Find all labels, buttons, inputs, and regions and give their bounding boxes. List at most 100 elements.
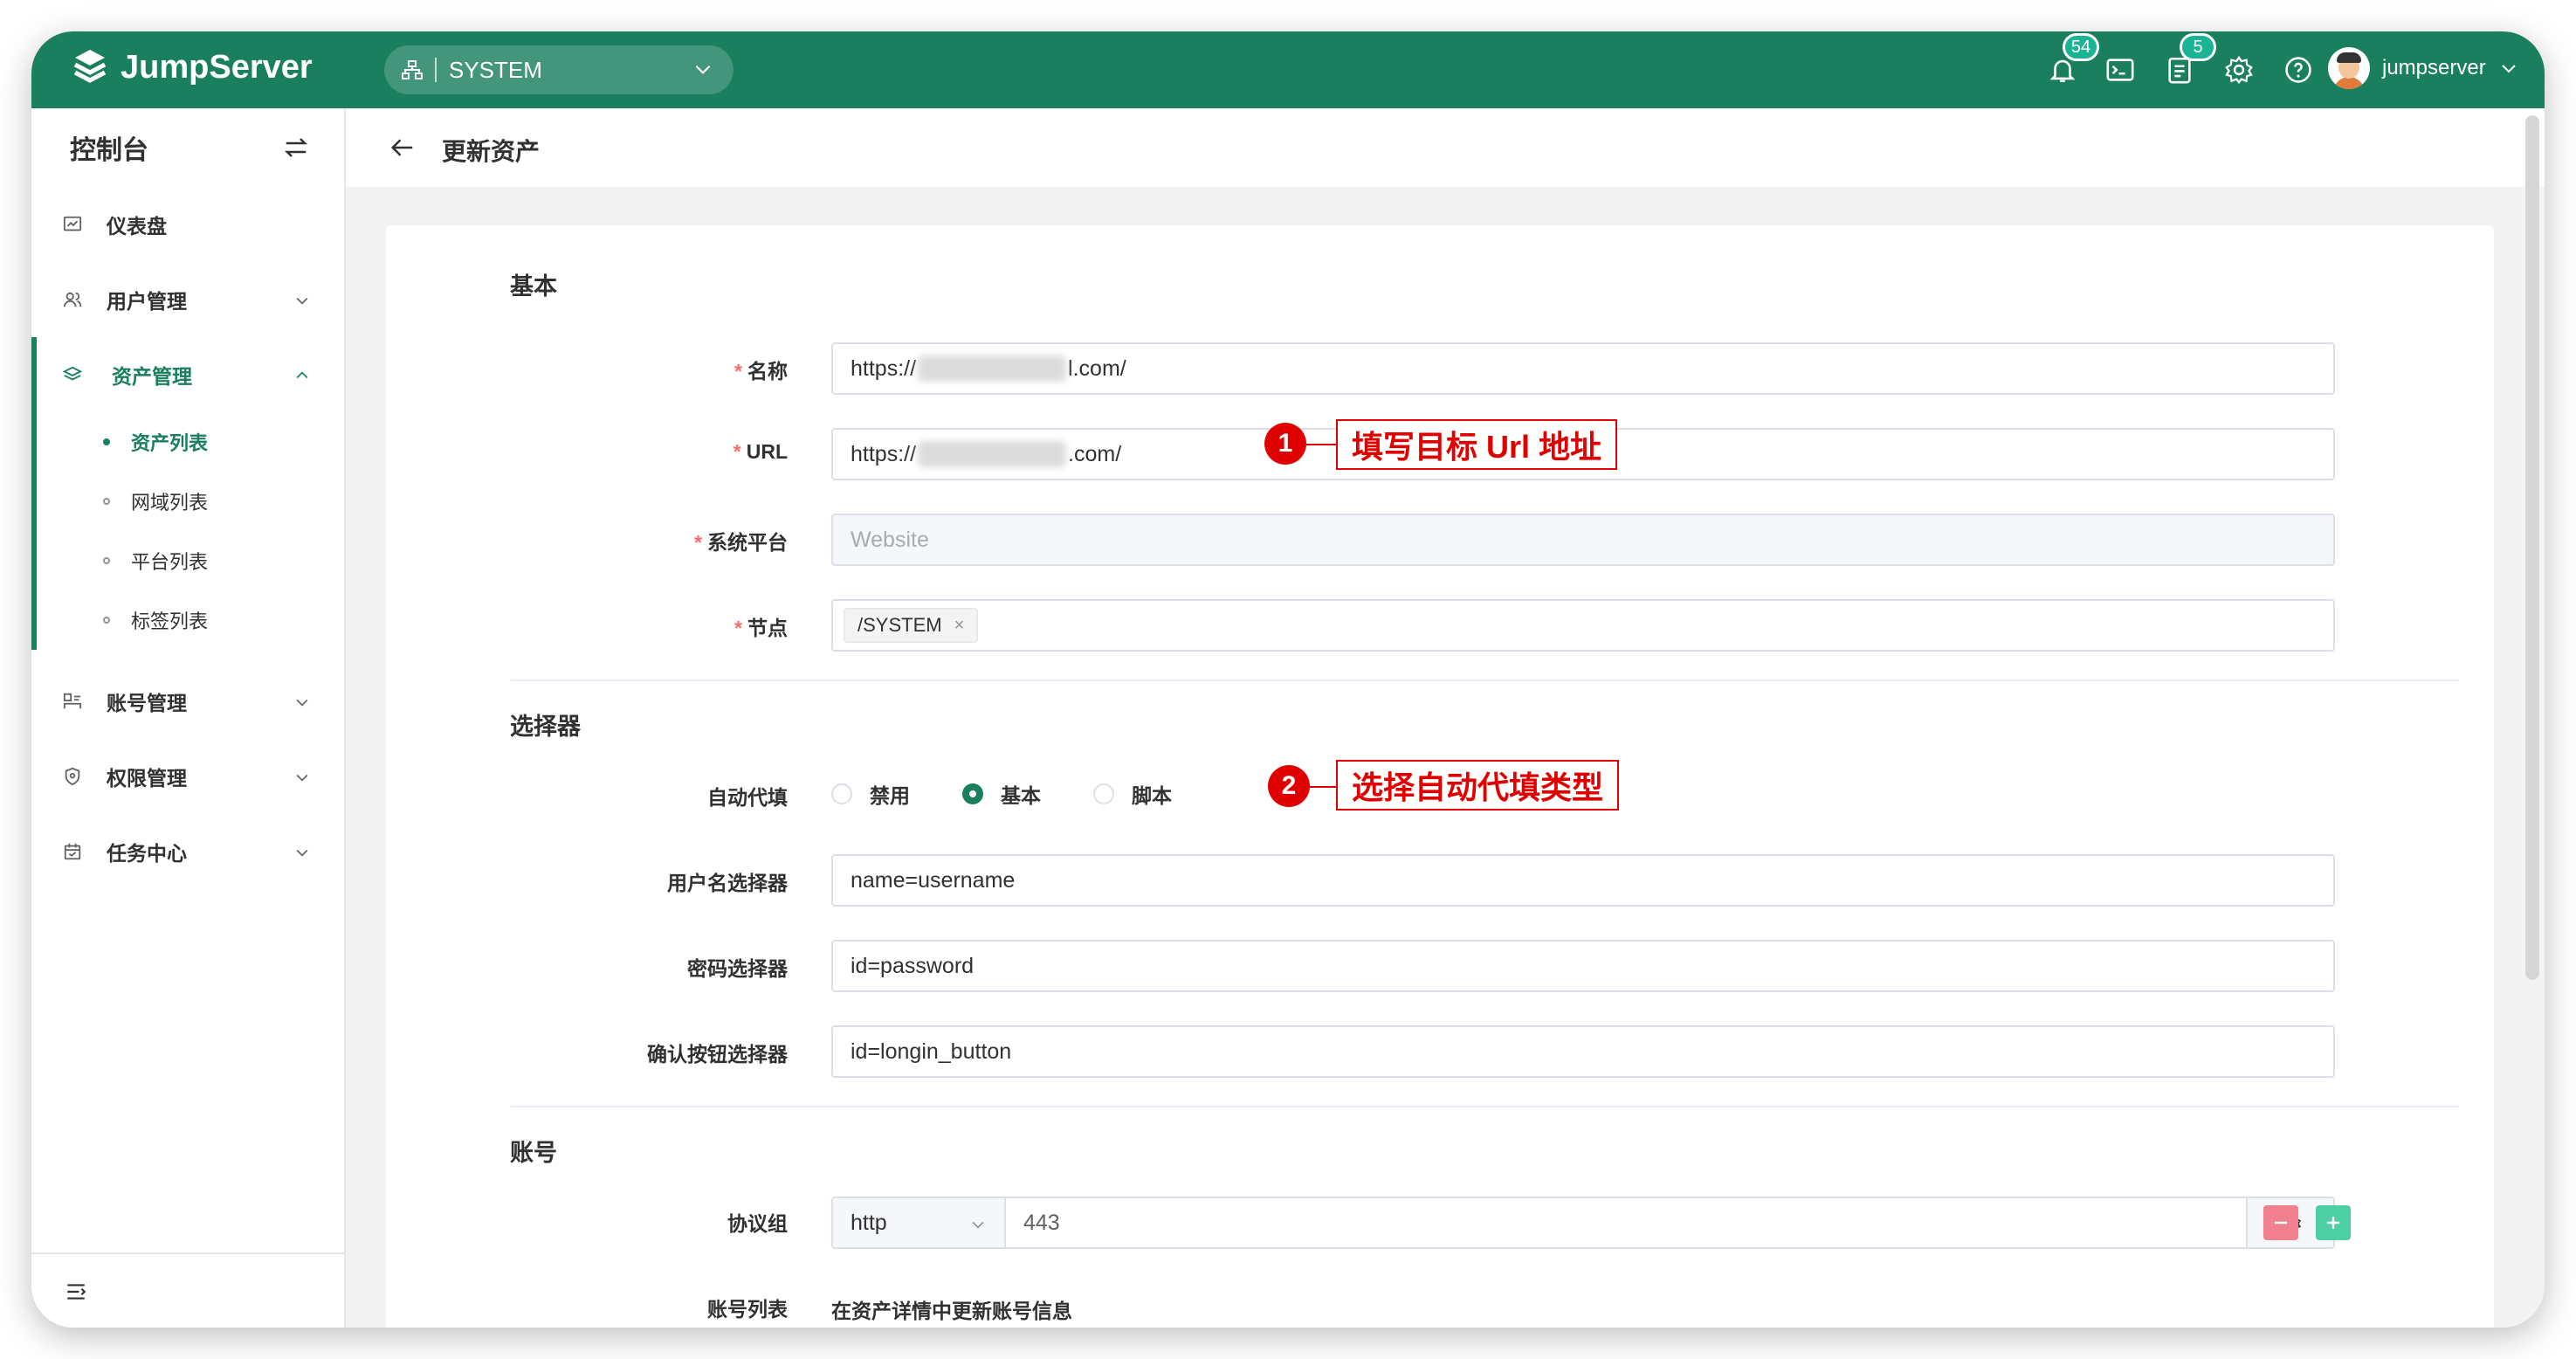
user-menu[interactable]: jumpserver xyxy=(2328,47,2519,89)
sidebar-title: 控制台 xyxy=(70,136,148,165)
sidebar-item-label: 资产管理 xyxy=(112,365,192,388)
sidebar-item-label: 权限管理 xyxy=(107,767,187,790)
node-select[interactable]: /SYSTEM × xyxy=(831,599,2335,652)
chevron-down-icon xyxy=(296,699,308,707)
autofill-option-basic[interactable]: 基本 xyxy=(962,779,1041,809)
asset-form-card: 基本 * 名称 https:// l.com/ * URL https:// .com/… xyxy=(386,225,2494,1328)
remove-protocol-button[interactable] xyxy=(2263,1205,2298,1240)
bullet-icon xyxy=(103,617,110,624)
autofill-option-script[interactable]: 脚本 xyxy=(1093,779,1172,809)
username-selector-label: 用户名选择器 xyxy=(667,872,788,894)
gear-icon xyxy=(2225,55,2253,84)
annotation-marker-1: 1 xyxy=(1264,423,1306,465)
sidebar-subitem-asset-list[interactable]: 资产列表 xyxy=(37,412,344,472)
section-title-selector: 选择器 xyxy=(510,714,581,740)
collapse-menu-icon[interactable] xyxy=(65,1280,87,1303)
protocol-select[interactable]: http xyxy=(831,1197,1006,1249)
tickets-button[interactable]: 5 xyxy=(2162,33,2216,87)
sidebar-item-dashboard[interactable]: 仪表盘 xyxy=(31,187,344,262)
name-input[interactable]: https:// l.com/ xyxy=(831,342,2335,395)
sidebar-group-assets: 资产管理 资产列表 网域列表 平台列表 标签列表 xyxy=(31,337,344,650)
annotation-callout-2: 选择自动代填类型 xyxy=(1336,760,1620,811)
org-selector[interactable]: SYSTEM xyxy=(384,45,734,94)
protocol-label: 协议组 xyxy=(727,1212,788,1235)
submit-selector-value: id=longin_button xyxy=(851,1038,1012,1064)
users-icon xyxy=(63,292,82,307)
section-title-account: 账号 xyxy=(510,1140,557,1166)
bullet-icon xyxy=(103,498,110,505)
add-protocol-button[interactable] xyxy=(2316,1205,2351,1240)
protocol-name: http xyxy=(851,1210,887,1235)
close-icon[interactable]: × xyxy=(954,616,965,636)
name-value-prefix: https:// xyxy=(851,355,917,381)
tickets-badge: 5 xyxy=(2180,33,2216,61)
annotation-marker-2: 2 xyxy=(1268,765,1310,807)
submit-selector-input[interactable]: id=longin_button xyxy=(831,1025,2335,1078)
chevron-down-icon xyxy=(296,774,308,782)
radio-icon xyxy=(831,783,852,804)
sidebar: 控制台 仪表盘 用户管理 资产管理 资产列表 网域列表 平台列表 标签列表 账号… xyxy=(31,108,346,1328)
sidebar-item-label: 账号管理 xyxy=(107,692,187,714)
page-scrollbar[interactable] xyxy=(2525,115,2539,980)
sidebar-item-users[interactable]: 用户管理 xyxy=(31,262,344,337)
jumpserver-logo-icon xyxy=(73,50,107,83)
autofill-label: 自动代填 xyxy=(707,786,788,809)
password-selector-value: id=password xyxy=(851,953,975,978)
switch-view-icon[interactable] xyxy=(283,135,309,161)
brand-logo[interactable]: JumpServer xyxy=(70,47,313,87)
avatar xyxy=(2328,47,2370,89)
username: jumpserver xyxy=(2382,56,2486,79)
settings-button[interactable] xyxy=(2221,52,2256,87)
radio-label: 脚本 xyxy=(1132,784,1172,807)
protocol-port-input[interactable]: 443 xyxy=(1006,1197,2248,1249)
autofill-option-disabled[interactable]: 禁用 xyxy=(831,779,910,809)
redacted-blur xyxy=(918,355,1067,382)
notification-button[interactable]: 54 xyxy=(2045,33,2099,87)
sidebar-subitem-domain-list[interactable]: 网域列表 xyxy=(37,472,344,531)
org-tree-icon xyxy=(402,60,423,79)
layers-icon xyxy=(63,366,82,381)
url-value-suffix: .com/ xyxy=(1068,441,1122,466)
submit-selector-label: 确认按钮选择器 xyxy=(647,1043,788,1066)
back-arrow-icon[interactable] xyxy=(389,135,416,161)
node-tag-label: /SYSTEM xyxy=(858,614,942,636)
platform-input: Website xyxy=(831,514,2335,566)
sidebar-item-tasks[interactable]: 任务中心 xyxy=(31,814,344,889)
shield-icon xyxy=(65,767,80,786)
password-selector-input[interactable]: id=password xyxy=(831,940,2335,992)
chevron-down-icon xyxy=(2501,65,2516,73)
calendar-icon xyxy=(64,843,81,860)
radio-icon xyxy=(1093,783,1114,804)
sidebar-item-assets[interactable]: 资产管理 xyxy=(37,337,344,412)
password-selector-label: 密码选择器 xyxy=(687,957,788,980)
protocol-port: 443 xyxy=(1023,1210,1060,1235)
platform-label: * 系统平台 xyxy=(694,531,788,554)
accounts-label: 账号列表 xyxy=(707,1298,788,1321)
brand-name: JumpServer xyxy=(121,48,313,86)
section-divider xyxy=(510,680,2459,681)
sidebar-item-permissions[interactable]: 权限管理 xyxy=(31,739,344,814)
web-terminal-button[interactable] xyxy=(2103,52,2138,87)
help-button[interactable] xyxy=(2281,52,2316,87)
sidebar-item-label: 任务中心 xyxy=(107,842,187,865)
section-divider xyxy=(510,1106,2459,1107)
username-selector-value: name=username xyxy=(851,867,1016,893)
app-window: JumpServer SYSTEM 54 5 jumpserver 控制台 仪表… xyxy=(31,31,2545,1328)
annotation-connector xyxy=(1306,444,1336,445)
sidebar-subitem-platform-list[interactable]: 平台列表 xyxy=(37,531,344,590)
page-header: 更新资产 xyxy=(346,108,2545,187)
sidebar-item-accounts[interactable]: 账号管理 xyxy=(31,664,344,739)
top-navbar: JumpServer SYSTEM 54 5 jumpserver xyxy=(31,31,2545,108)
platform-value: Website xyxy=(851,527,929,552)
minus-icon xyxy=(2275,1221,2287,1224)
radio-label: 基本 xyxy=(1001,784,1041,807)
username-selector-input[interactable]: name=username xyxy=(831,854,2335,907)
node-tag: /SYSTEM × xyxy=(844,608,979,643)
sidebar-subitem-label: 平台列表 xyxy=(131,551,209,573)
sidebar-subitem-label-list[interactable]: 标签列表 xyxy=(37,590,344,650)
sidebar-footer xyxy=(31,1252,344,1328)
bullet-icon xyxy=(103,438,110,445)
bullet-icon xyxy=(103,557,110,564)
sidebar-item-label: 用户管理 xyxy=(107,290,187,313)
sidebar-subitem-label: 资产列表 xyxy=(131,432,209,454)
